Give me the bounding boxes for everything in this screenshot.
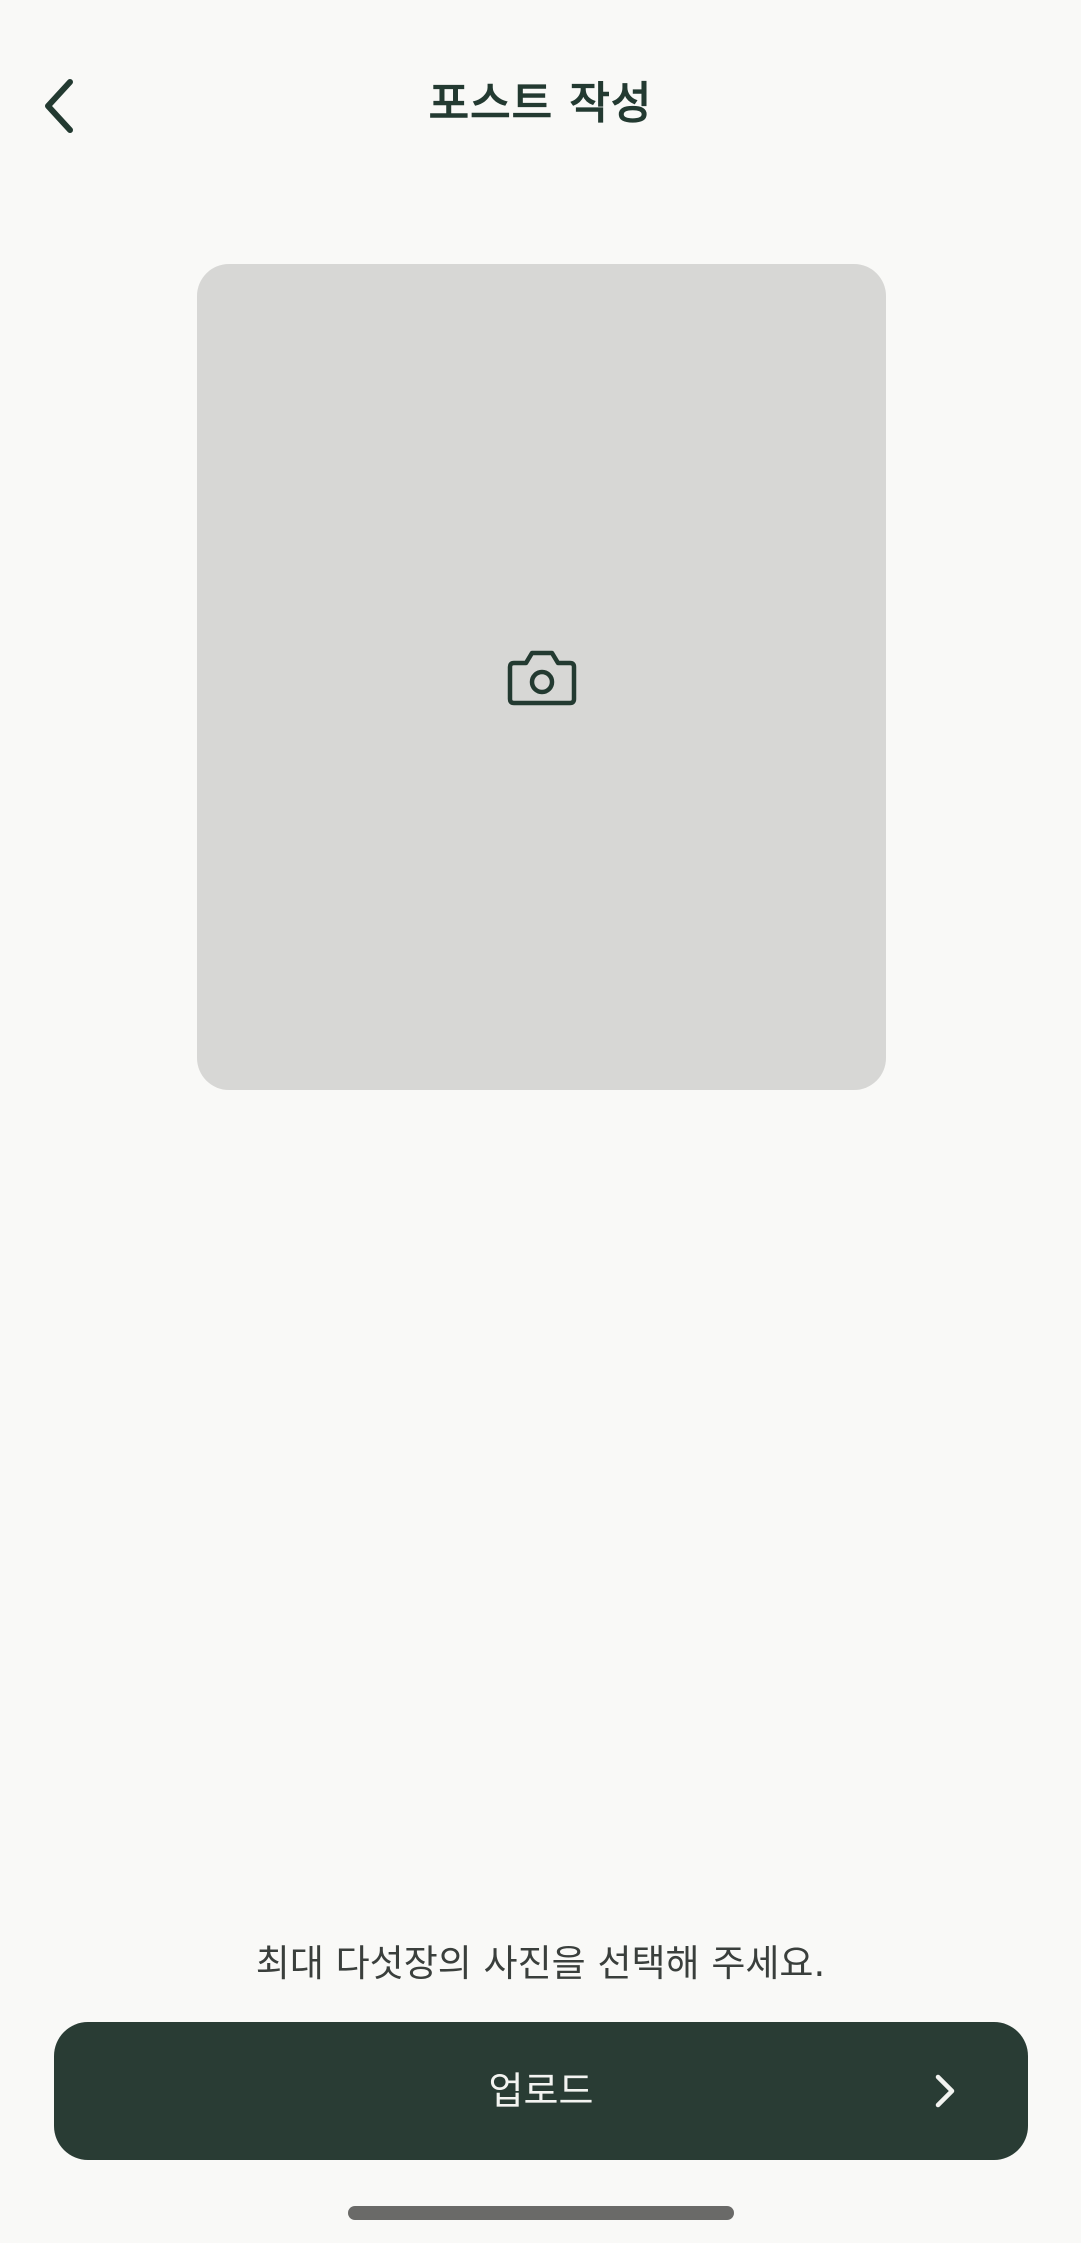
chevron-right-icon: [935, 2074, 955, 2108]
camera-icon: [507, 650, 576, 706]
app-header: 포스트 작성: [0, 0, 1081, 210]
page-title: 포스트 작성: [428, 78, 653, 129]
upload-button[interactable]: 업로드: [54, 2022, 1028, 2160]
home-indicator[interactable]: [348, 2206, 734, 2220]
photo-limit-hint: 최대 다섯장의 사진을 선택해 주세요.: [255, 1942, 826, 1985]
upload-button-label: 업로드: [488, 2069, 594, 2113]
photo-picker[interactable]: [197, 264, 886, 1090]
